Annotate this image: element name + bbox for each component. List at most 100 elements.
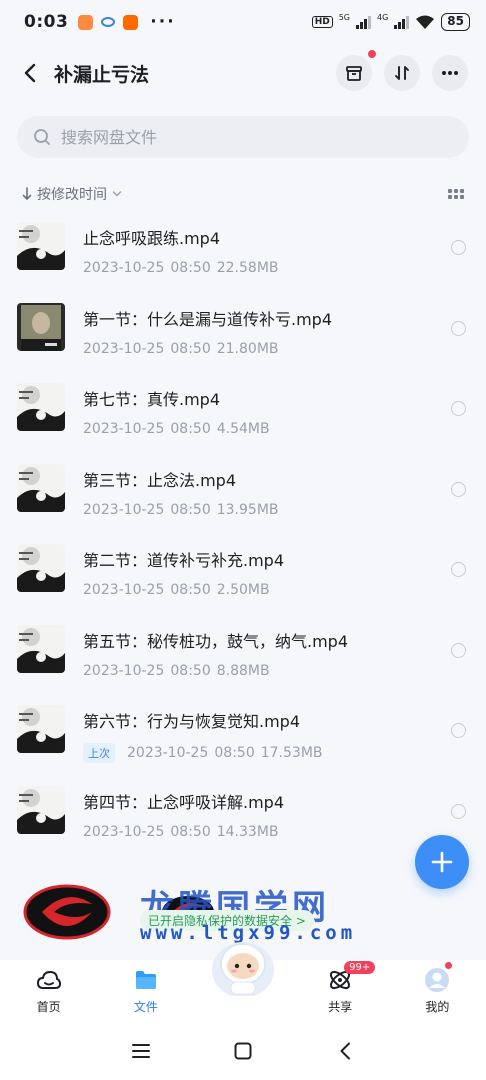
link-notification-icon [101, 17, 116, 27]
more-options-button[interactable] [432, 55, 468, 91]
profile-notification-dot [445, 962, 453, 969]
file-name: 第三节：止念法.mp4 [83, 470, 237, 490]
app-notification-icon [78, 14, 94, 30]
tab-files[interactable]: 文件 [97, 960, 194, 1022]
file-name: 第七节：真传.mp4 [83, 390, 221, 409]
file-row[interactable]: 第四节：止念呼吸详解.mp4 2023-10-25 08:50 14.33MB [0, 785, 486, 867]
file-row[interactable]: 第五节：秘传桩功，鼓气，纳气.mp4 2023-10-25 08:50 8.88MB [0, 624, 486, 706]
select-radio[interactable] [451, 642, 466, 658]
file-info: 第七节：真传.mp4 2023-10-25 08:50 4.54MB [83, 383, 451, 437]
tab-home[interactable]: 首页 [0, 960, 97, 1022]
file-meta: 2023-10-25 08:50 2.50MB [83, 582, 451, 598]
file-meta: 2023-10-25 08:50 4.54MB [83, 421, 451, 437]
wifi-icon [416, 15, 435, 29]
file-date: 2023-10-25 [127, 745, 209, 761]
file-info: 第六节：行为与恢复觉知.mp4 上次 2023-10-25 08:50 17.53MB [83, 705, 451, 763]
archive-box-icon [346, 66, 362, 81]
file-row[interactable]: 第一节：什么是漏与道传补亏.mp4 2023-10-25 08:50 21.80MB [0, 302, 486, 384]
file-row[interactable]: 第六节：行为与恢复觉知.mp4 上次 2023-10-25 08:50 17.53MB [0, 705, 486, 786]
select-radio[interactable] [451, 803, 466, 819]
file-date: 2023-10-25 [83, 823, 165, 840]
tab-profile[interactable]: 我的 [389, 960, 486, 1022]
arrow-down-icon [22, 187, 32, 201]
file-info: 第二节：道传补亏补充.mp4 2023-10-25 08:50 2.50MB [83, 544, 451, 598]
sort-arrows-icon [395, 66, 409, 80]
file-row[interactable]: 第三节：止念法.mp4 2023-10-25 08:50 13.95MB [0, 463, 486, 545]
more-notifications-icon: ··· [150, 12, 176, 32]
back-button[interactable] [18, 61, 42, 85]
file-time: 08:50 [170, 823, 211, 840]
file-time: 08:50 [170, 582, 211, 598]
file-name: 第四节：止念呼吸详解.mp4 [83, 792, 285, 812]
select-radio[interactable] [451, 481, 466, 497]
signal-icon [356, 15, 371, 29]
select-radio[interactable] [451, 723, 466, 738]
file-meta: 2023-10-25 08:50 21.80MB [83, 341, 451, 357]
nav-back-button[interactable] [325, 1031, 365, 1071]
signal-5g-label: 5G [338, 13, 350, 22]
page-title: 补漏止亏法 [54, 63, 150, 86]
file-name: 第一节：什么是漏与道传补亏.mp4 [83, 309, 333, 329]
select-radio[interactable] [451, 401, 466, 416]
file-size: 22.58MB [216, 260, 279, 276]
video-thumbnail [17, 302, 65, 351]
chevron-down-icon [112, 191, 122, 197]
status-app-icons: ··· [78, 12, 175, 32]
select-radio[interactable] [451, 562, 466, 577]
header: 补漏止亏法 [0, 50, 486, 96]
file-size: 17.53MB [260, 745, 323, 761]
sort-bar: 按修改时间 [22, 180, 464, 208]
sort-by-modified-button[interactable]: 按修改时间 [22, 184, 122, 204]
file-meta: 2023-10-25 08:50 22.58MB [83, 260, 451, 276]
file-size: 8.88MB [216, 662, 270, 679]
nav-menu-button[interactable] [121, 1031, 161, 1071]
header-actions [336, 50, 468, 91]
video-thumbnail [17, 544, 65, 592]
tab-assistant[interactable] [194, 942, 291, 1022]
search-input[interactable] [61, 127, 421, 147]
menu-icon [132, 1044, 150, 1058]
square-icon [234, 1042, 252, 1060]
file-row[interactable]: 第七节：真传.mp4 2023-10-25 08:50 4.54MB [0, 383, 486, 464]
file-size: 4.54MB [216, 421, 270, 437]
video-thumbnail [17, 463, 65, 512]
tab-share[interactable]: 99+ 共享 [292, 960, 389, 1022]
file-list: 止念呼吸跟练.mp4 2023-10-25 08:50 22.58MB 第一节：什么是漏… [0, 222, 486, 866]
nav-home-button[interactable] [223, 1031, 263, 1071]
file-size: 21.80MB [216, 340, 279, 357]
select-radio[interactable] [451, 320, 466, 336]
site-logo-icon [23, 884, 111, 940]
file-row[interactable]: 止念呼吸跟练.mp4 2023-10-25 08:50 22.58MB [0, 222, 486, 303]
tab-share-label: 共享 [328, 1000, 353, 1014]
tab-files-label: 文件 [133, 1000, 158, 1014]
file-date: 2023-10-25 [83, 340, 165, 357]
file-info: 第一节：什么是漏与道传补亏.mp4 2023-10-25 08:50 21.80MB [83, 303, 451, 357]
file-date: 2023-10-25 [83, 662, 165, 679]
grid-view-button[interactable] [448, 189, 464, 199]
file-row[interactable]: 第二节：道传补亏补充.mp4 2023-10-25 08:50 2.50MB [0, 544, 486, 625]
battery-indicator: 85 [441, 13, 470, 31]
file-info: 第四节：止念呼吸详解.mp4 2023-10-25 08:50 14.33MB [83, 786, 451, 840]
notification-dot [368, 50, 376, 58]
select-radio[interactable] [451, 240, 466, 255]
search-icon [34, 129, 50, 145]
mascot-icon [212, 942, 274, 996]
file-name: 第二节：道传补亏补充.mp4 [83, 551, 285, 570]
signal-icon-2 [394, 15, 410, 29]
video-thumbnail [17, 785, 65, 834]
sort-toggle-button[interactable] [384, 55, 420, 91]
transfer-list-button[interactable] [336, 50, 376, 91]
file-info: 第五节：秘传桩功，鼓气，纳气.mp4 2023-10-25 08:50 8.88MB [83, 625, 451, 679]
status-time: 0:03 [24, 12, 69, 32]
status-bar: 0:03 ··· HD 5G 4G 85 [0, 0, 486, 44]
folder-icon [135, 971, 156, 989]
file-name: 第五节：秘传桩功，鼓气，纳气.mp4 [83, 631, 349, 651]
file-meta: 上次 2023-10-25 08:50 17.53MB [83, 743, 451, 763]
search-bar[interactable] [17, 116, 469, 158]
chevron-left-icon [340, 1042, 350, 1060]
video-thumbnail [17, 705, 65, 753]
file-time: 08:50 [170, 421, 211, 437]
file-name: 第六节：行为与恢复觉知.mp4 [83, 712, 301, 731]
mi-notification-icon [123, 14, 139, 30]
file-time: 08:50 [214, 745, 255, 761]
